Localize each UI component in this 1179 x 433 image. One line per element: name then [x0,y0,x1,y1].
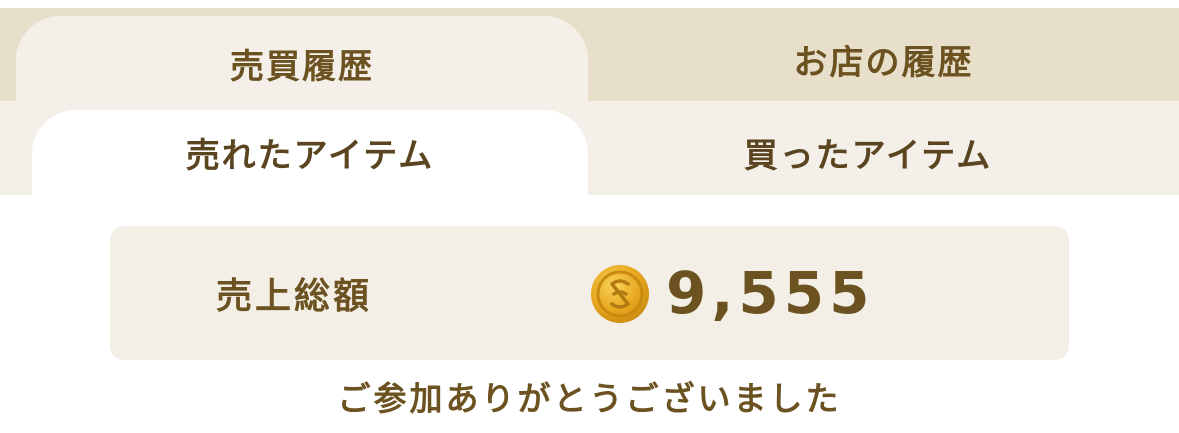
tab-trade-history[interactable]: 売買履歴 [16,16,588,110]
main-tab-bar: 売買履歴 お店の履歴 [0,8,1179,110]
sales-total-amount: 9,555 [666,259,875,327]
sales-total-label: 売上総額 [216,276,373,317]
tab-shop-history[interactable]: お店の履歴 [588,16,1179,102]
sub-tab-bar: 売れたアイテム 買ったアイテム [0,101,1179,195]
top-strip [0,0,1179,8]
tab-bought-items[interactable]: 買ったアイテム [588,109,1148,195]
coin-icon [591,265,649,323]
sales-total-panel: 売上総額 9,555 [110,226,1069,360]
thanks-message: ご参加ありがとうございました [337,379,842,418]
tab-sold-items[interactable]: 売れたアイテム [32,110,588,195]
